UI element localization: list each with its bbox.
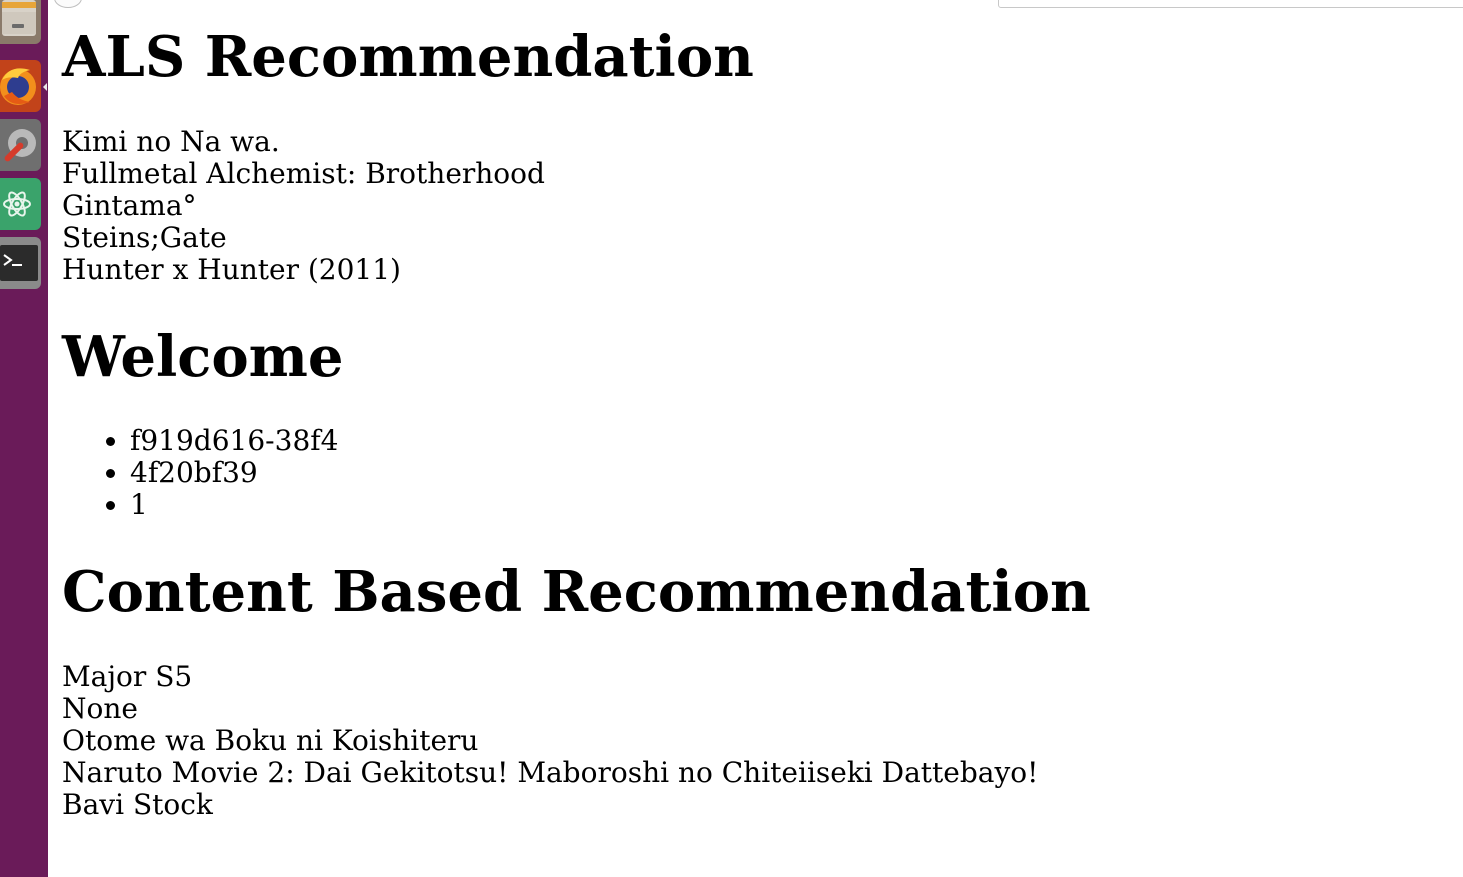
- welcome-item: 4f20bf39: [130, 457, 338, 489]
- als-recommendation-list: Kimi no Na wa. Fullmetal Alchemist: Brot…: [62, 126, 545, 286]
- firefox-icon[interactable]: [0, 60, 41, 112]
- back-button[interactable]: [54, 0, 82, 8]
- files-icon[interactable]: [0, 0, 41, 44]
- welcome-heading: Welcome: [62, 324, 344, 390]
- als-item: Fullmetal Alchemist: Brotherhood: [62, 157, 545, 190]
- content-item: Naruto Movie 2: Dai Gekitotsu! Maboroshi…: [62, 756, 1039, 789]
- welcome-list: f919d616-38f4 4f20bf39 1: [62, 425, 338, 521]
- launcher-sidebar: [0, 0, 48, 877]
- active-indicator-icon: [43, 83, 47, 91]
- system-settings-icon[interactable]: [0, 119, 41, 171]
- content-item: Major S5: [62, 660, 193, 693]
- welcome-item: 1: [130, 489, 338, 521]
- welcome-item: f919d616-38f4: [130, 425, 338, 457]
- content-based-list: Major S5 None Otome wa Boku ni Koishiter…: [62, 661, 1038, 821]
- als-recommendation-heading: ALS Recommendation: [62, 24, 754, 90]
- address-bar[interactable]: [998, 0, 1463, 8]
- content-item: None: [62, 692, 138, 725]
- content-item: Otome wa Boku ni Koishiteru: [62, 724, 479, 757]
- als-item: Gintama°: [62, 189, 197, 222]
- content-based-heading: Content Based Recommendation: [62, 559, 1091, 625]
- als-item: Steins;Gate: [62, 221, 227, 254]
- content-item: Bavi Stock: [62, 788, 213, 821]
- als-item: Kimi no Na wa.: [62, 125, 280, 158]
- als-item: Hunter x Hunter (2011): [62, 253, 401, 286]
- browser-toolbar: [48, 0, 1463, 10]
- atom-icon[interactable]: [0, 178, 41, 230]
- terminal-icon[interactable]: [0, 237, 41, 289]
